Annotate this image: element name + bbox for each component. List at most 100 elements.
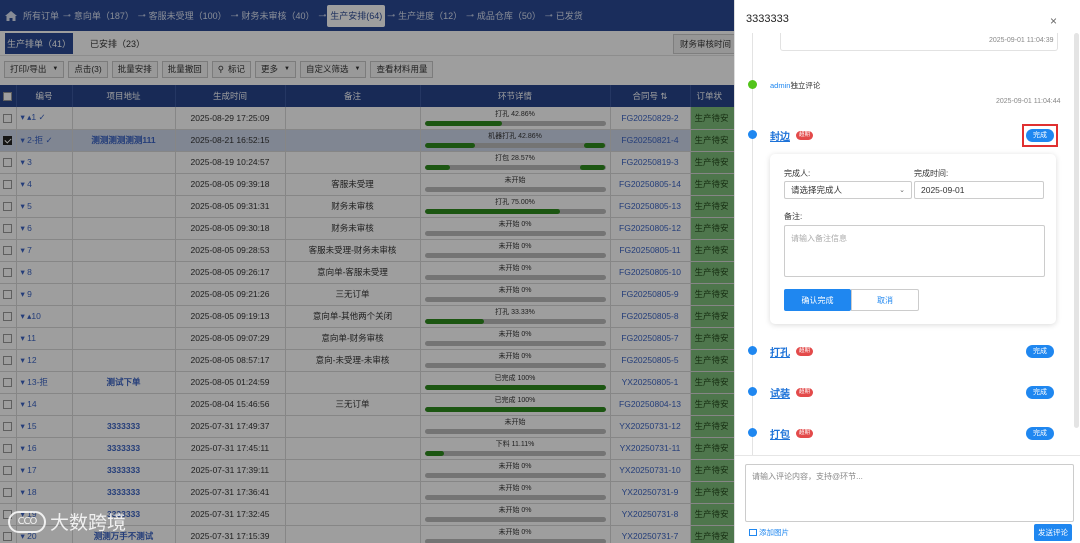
- comment-user[interactable]: admin: [770, 81, 790, 90]
- table-row[interactable]: ▾ 4 2025-08-05 09:39:18 客服未受理 未开始 FG20250805…: [0, 173, 740, 196]
- row-checkbox[interactable]: [3, 246, 13, 256]
- node-title-edge-banding[interactable]: 封边: [770, 128, 790, 143]
- row-id[interactable]: ▾ ▴10: [16, 305, 73, 328]
- cancel-button[interactable]: 取消: [851, 289, 919, 311]
- row-checkbox[interactable]: [3, 180, 13, 190]
- table-row[interactable]: ▾ ▴10 2025-08-05 09:19:13 意向单-其他两个关闭 打孔 33.…: [0, 305, 740, 328]
- nav-item-1[interactable]: 意向单（187）: [72, 0, 136, 31]
- row-id[interactable]: ▾ ▴1 ✓: [16, 107, 73, 130]
- row-checkbox[interactable]: [3, 224, 13, 234]
- row-address[interactable]: 3333333: [72, 415, 176, 438]
- row-checkbox[interactable]: [3, 356, 13, 366]
- table-row[interactable]: ▾ 7 2025-08-05 09:28:53 客服未受理-财务未审核 未开始 0% F…: [0, 239, 740, 262]
- row-address[interactable]: [72, 327, 176, 350]
- add-image-button[interactable]: 添加图片: [749, 527, 789, 538]
- complete-button-packing[interactable]: 完成: [1026, 427, 1054, 440]
- table-row[interactable]: ▾ 15 3333333 2025-07-31 17:49:37 未开始 YX20250…: [0, 415, 740, 438]
- row-contract[interactable]: FG20250805-8: [610, 305, 691, 328]
- note-textarea[interactable]: 请输入备注信息: [784, 225, 1045, 277]
- row-checkbox-cell[interactable]: [0, 129, 17, 152]
- table-row[interactable]: ▾ ▴1 ✓ 2025-08-29 17:25:09 打孔 42.86% FG2025…: [0, 107, 740, 130]
- row-checkbox-cell[interactable]: [0, 327, 17, 350]
- toolbar-button-5[interactable]: 更多 ▼: [255, 60, 296, 78]
- table-row[interactable]: ▾ 14 2025-08-04 15:46:56 三无订单 已完成 100% FG202…: [0, 393, 740, 416]
- row-checkbox-cell[interactable]: [0, 173, 17, 196]
- home-icon[interactable]: [4, 10, 18, 22]
- row-contract[interactable]: FG20250805-5: [610, 349, 691, 372]
- complete-button-edge-banding[interactable]: 完成: [1026, 129, 1054, 142]
- row-contract[interactable]: FG20250805-10: [610, 261, 691, 284]
- row-contract[interactable]: FG20250805-13: [610, 195, 691, 218]
- row-contract[interactable]: YX20250731-9: [610, 481, 691, 504]
- nav-item-4[interactable]: 生产安排(64): [327, 4, 386, 27]
- row-checkbox-cell[interactable]: [0, 151, 17, 174]
- row-contract[interactable]: FG20250821-4: [610, 129, 691, 152]
- row-address[interactable]: [72, 217, 176, 240]
- node-title-trial-assembly[interactable]: 试装: [770, 385, 790, 400]
- row-checkbox-cell[interactable]: [0, 107, 17, 130]
- row-checkbox[interactable]: [3, 202, 13, 212]
- row-contract[interactable]: FG20250804-13: [610, 393, 691, 416]
- node-title-drilling[interactable]: 打孔: [770, 344, 790, 359]
- row-checkbox-cell[interactable]: [0, 217, 17, 240]
- toolbar-button-1[interactable]: 点击(3): [68, 60, 108, 78]
- confirm-complete-button[interactable]: 确认完成: [784, 289, 851, 311]
- row-id[interactable]: ▾ 12: [16, 349, 73, 372]
- table-row[interactable]: ▾ 8 2025-08-05 09:26:17 意向单-客服未受理 未开始 0% FG2…: [0, 261, 740, 284]
- row-checkbox-cell[interactable]: [0, 283, 17, 306]
- row-id[interactable]: ▾ 15: [16, 415, 73, 438]
- node-title-packing[interactable]: 打包: [770, 426, 790, 441]
- toolbar-button-3[interactable]: 批量撤回: [161, 60, 208, 78]
- row-id[interactable]: ▾ 7: [16, 239, 73, 262]
- table-row[interactable]: ▾ 16 3333333 2025-07-31 17:45:11 下料 11.11% Y…: [0, 437, 740, 460]
- row-contract[interactable]: FG20250829-2: [610, 107, 691, 130]
- row-checkbox[interactable]: [3, 113, 13, 123]
- row-address[interactable]: 测测测测测测111: [72, 129, 176, 152]
- completer-select[interactable]: 请选择完成人 ⌄: [784, 181, 912, 199]
- row-address[interactable]: [72, 107, 176, 130]
- table-row[interactable]: ▾ 17 3333333 2025-07-31 17:39:11 未开始 0% YX20…: [0, 459, 740, 482]
- row-id[interactable]: ▾ 14: [16, 393, 73, 416]
- table-row[interactable]: ▾ 6 2025-08-05 09:30:18 财务未审核 未开始 0% FG20250…: [0, 217, 740, 240]
- table-row[interactable]: ▾ 3 2025-08-19 10:24:57 打包 28.57% FG2025081…: [0, 151, 740, 174]
- row-checkbox[interactable]: [3, 378, 13, 388]
- row-contract[interactable]: YX20250731-11: [610, 437, 691, 460]
- row-contract[interactable]: FG20250819-3: [610, 151, 691, 174]
- row-checkbox-cell[interactable]: [0, 261, 17, 284]
- table-row[interactable]: ▾ 5 2025-08-05 09:31:31 财务未审核 打孔 75.00% FG20…: [0, 195, 740, 218]
- row-contract[interactable]: YX20250731-8: [610, 503, 691, 526]
- row-address[interactable]: [72, 239, 176, 262]
- close-icon[interactable]: ×: [1050, 14, 1057, 28]
- row-id[interactable]: ▾ 13-拒: [16, 371, 73, 394]
- row-checkbox[interactable]: [3, 466, 13, 476]
- row-address[interactable]: [72, 173, 176, 196]
- nav-item-3[interactable]: 财务未审核（40）: [239, 0, 316, 31]
- row-checkbox-cell[interactable]: [0, 393, 17, 416]
- table-row[interactable]: ▾ 13-拒 测试下单 2025-08-05 01:24:59 已完成 100% YX2…: [0, 371, 740, 394]
- complete-button-drilling[interactable]: 完成: [1026, 345, 1054, 358]
- row-checkbox-cell[interactable]: [0, 195, 17, 218]
- nav-item-0[interactable]: 所有订单: [21, 0, 61, 31]
- row-id[interactable]: ▾ 4: [16, 173, 73, 196]
- toolbar-button-7[interactable]: 查看材料用量: [370, 60, 434, 78]
- row-address[interactable]: 3333333: [72, 437, 176, 460]
- row-checkbox-cell[interactable]: [0, 371, 17, 394]
- row-address[interactable]: [72, 305, 176, 328]
- row-address[interactable]: 3333333: [72, 481, 176, 504]
- table-row[interactable]: ▾ 2-拒 ✓ 测测测测测测111 2025-08-21 16:52:15 机器打孔 …: [0, 129, 740, 152]
- row-id[interactable]: ▾ 17: [16, 459, 73, 482]
- row-checkbox-cell[interactable]: [0, 415, 17, 438]
- row-address[interactable]: [72, 195, 176, 218]
- row-contract[interactable]: FG20250805-14: [610, 173, 691, 196]
- toolbar-button-0[interactable]: 打印/导出 ▼: [4, 60, 65, 78]
- row-checkbox-cell[interactable]: [0, 481, 17, 504]
- nav-item-2[interactable]: 客服未受理（100）: [147, 0, 229, 31]
- row-checkbox[interactable]: [3, 488, 13, 498]
- row-address[interactable]: 测试下单: [72, 371, 176, 394]
- complete-time-input[interactable]: 2025-09-01: [914, 181, 1044, 199]
- scrollbar[interactable]: [1074, 33, 1079, 428]
- row-id[interactable]: ▾ 2-拒 ✓: [16, 129, 73, 152]
- row-checkbox[interactable]: [3, 290, 13, 300]
- toolbar-button-6[interactable]: 自定义筛选 ▼: [299, 60, 367, 78]
- table-row[interactable]: ▾ 18 3333333 2025-07-31 17:36:41 未开始 0% YX20…: [0, 481, 740, 504]
